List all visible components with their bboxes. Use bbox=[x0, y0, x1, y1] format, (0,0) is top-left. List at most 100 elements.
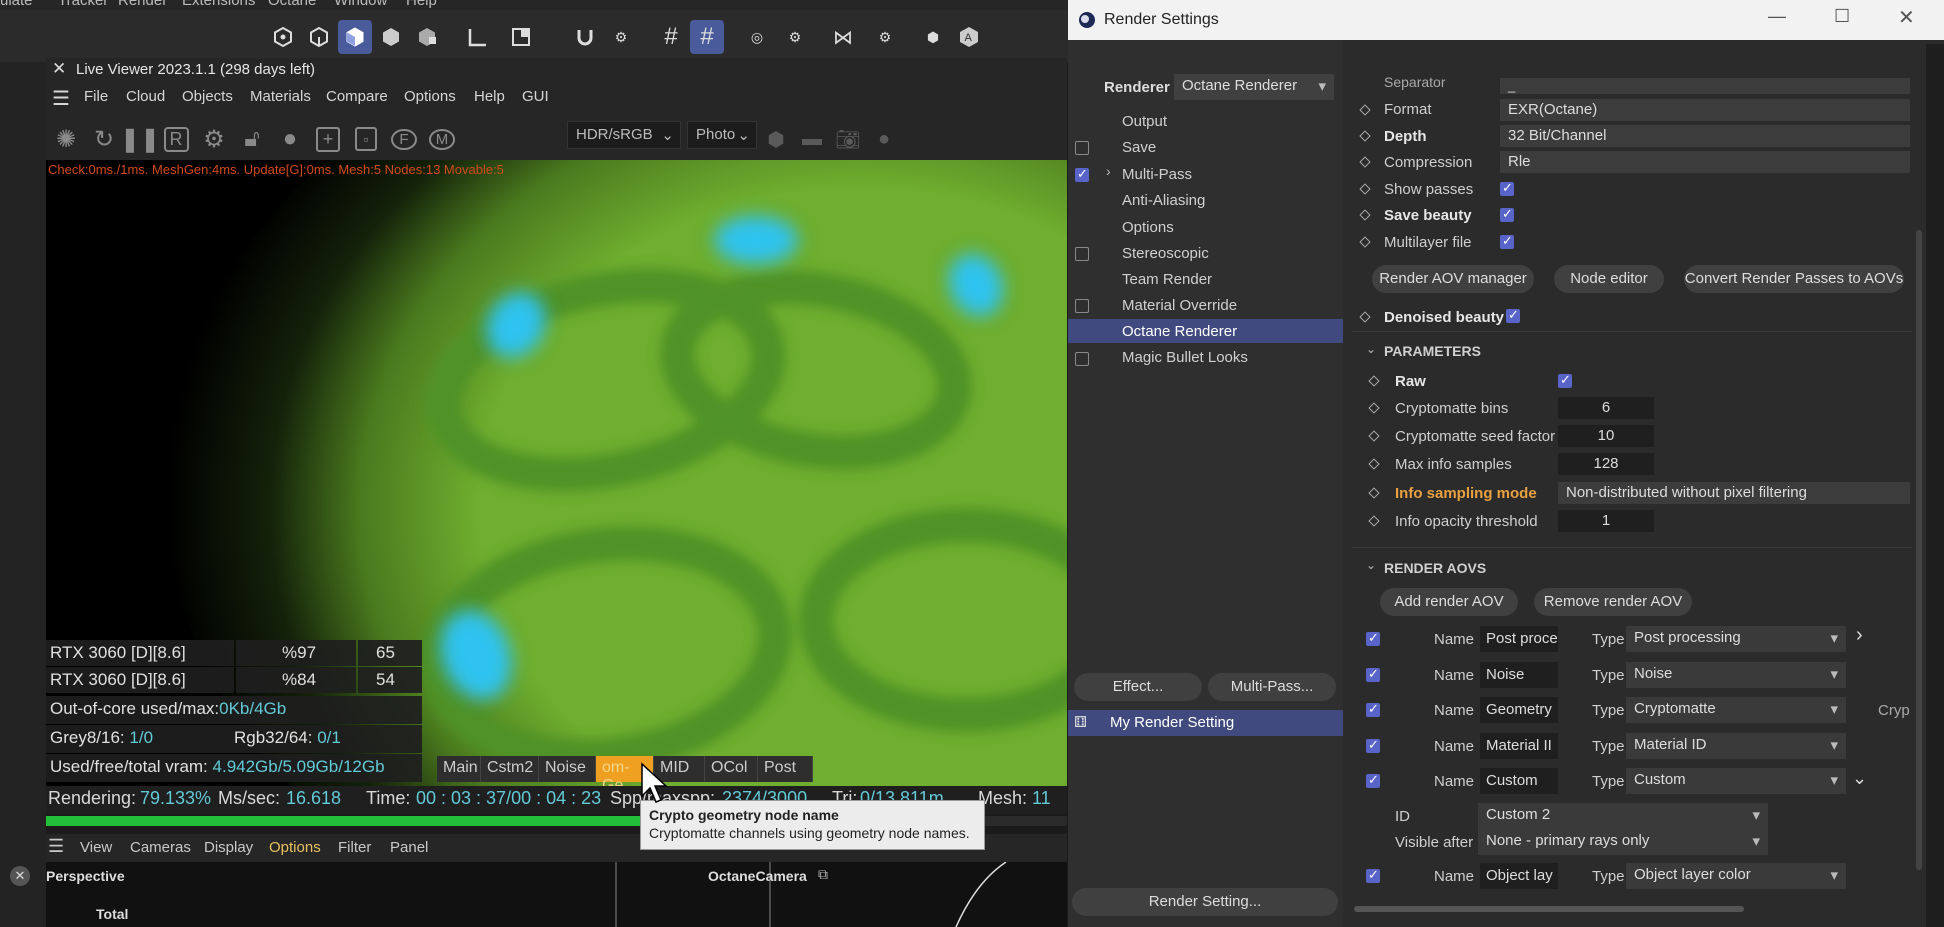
aov-type-dropdown[interactable]: Post processing bbox=[1626, 626, 1846, 652]
render-aov-manager-button[interactable]: Render AOV manager bbox=[1372, 265, 1534, 293]
render-aovs-header[interactable]: RENDER AOVS bbox=[1384, 560, 1486, 576]
material-override-checkbox[interactable] bbox=[1075, 299, 1089, 313]
region-render-icon[interactable]: R bbox=[158, 122, 194, 156]
camera-icon[interactable]: 📷︎ bbox=[830, 122, 866, 156]
object-mode-icon[interactable] bbox=[302, 20, 336, 54]
sidebar-item-stereoscopic[interactable]: Stereoscopic bbox=[1122, 245, 1209, 262]
multipass-button[interactable]: Multi-Pass... bbox=[1208, 673, 1336, 701]
add-render-aov-button[interactable]: Add render AOV bbox=[1380, 588, 1518, 616]
workplane-icon[interactable] bbox=[504, 20, 538, 54]
aov-enabled-checkbox[interactable] bbox=[1366, 630, 1380, 646]
format-field[interactable]: EXR(Octane) bbox=[1500, 99, 1910, 121]
magic-bullet-checkbox[interactable] bbox=[1075, 352, 1089, 366]
save-checkbox[interactable] bbox=[1075, 141, 1089, 155]
octane-icon[interactable]: A bbox=[952, 20, 986, 54]
aov-type-dropdown[interactable]: Cryptomatte bbox=[1626, 697, 1846, 723]
menu-item[interactable]: Octane bbox=[268, 0, 316, 9]
viewport-menu-item[interactable]: Display bbox=[204, 839, 253, 856]
channel-tab[interactable]: OCol bbox=[705, 756, 758, 782]
aov-name-field[interactable]: Material II bbox=[1480, 733, 1558, 759]
minimize-icon[interactable]: — bbox=[1768, 6, 1786, 27]
lock-icon[interactable]: 🔓︎ bbox=[234, 122, 270, 156]
aov-type-dropdown[interactable]: Object layer color bbox=[1626, 863, 1846, 889]
focus-icon[interactable]: F bbox=[386, 122, 422, 156]
vertical-scrollbar[interactable] bbox=[1916, 230, 1922, 870]
3d-viewport[interactable]: Perspective OctaneCamera ⧉ Total bbox=[46, 862, 1067, 927]
close-circle-icon[interactable]: ✕ bbox=[10, 866, 30, 886]
denoised-beauty-checkbox[interactable] bbox=[1506, 307, 1520, 323]
chevron-down-icon[interactable]: ⌄ bbox=[1366, 342, 1376, 356]
chevron-right-icon[interactable]: › bbox=[1856, 624, 1863, 647]
maximize-icon[interactable]: ☐ bbox=[1834, 6, 1850, 27]
chevron-down-icon[interactable]: ⌄ bbox=[1366, 558, 1376, 572]
multipass-checkbox[interactable] bbox=[1075, 166, 1089, 182]
sidebar-item-multipass[interactable]: Multi-Pass bbox=[1122, 166, 1192, 183]
separator-field[interactable]: _ bbox=[1500, 78, 1910, 94]
renderer-dropdown[interactable]: Octane Renderer bbox=[1174, 74, 1334, 100]
aov-type-dropdown[interactable]: Custom bbox=[1626, 768, 1846, 794]
magnet-icon[interactable] bbox=[568, 20, 602, 54]
lv-menu-item[interactable]: File bbox=[84, 88, 108, 105]
menu-item[interactable]: Window bbox=[334, 0, 387, 9]
aov-enabled-checkbox[interactable] bbox=[1366, 737, 1380, 753]
menu-item[interactable]: Render bbox=[118, 0, 167, 9]
crypto-bins-field[interactable]: 6 bbox=[1558, 397, 1654, 419]
add-icon[interactable]: + bbox=[310, 122, 346, 156]
uv-mode-icon[interactable] bbox=[410, 20, 444, 54]
grid-icon[interactable]: # bbox=[654, 20, 688, 54]
visible-after-dropdown[interactable]: None - primary rays only bbox=[1478, 829, 1768, 855]
polygon-mode-icon[interactable] bbox=[338, 20, 372, 54]
stereoscopic-checkbox[interactable] bbox=[1075, 247, 1089, 261]
lv-menu-item[interactable]: GUI bbox=[522, 88, 549, 105]
save-beauty-checkbox[interactable] bbox=[1500, 206, 1514, 222]
menu-item[interactable]: Extensions bbox=[182, 0, 255, 9]
close-icon[interactable]: ✕ bbox=[52, 59, 66, 79]
info-sampling-mode-field[interactable]: Non-distributed without pixel filtering bbox=[1558, 482, 1910, 504]
circle-icon[interactable]: ● bbox=[866, 122, 902, 156]
viewport-menu-item[interactable]: Cameras bbox=[130, 839, 191, 856]
target-icon[interactable]: ◎ bbox=[740, 20, 774, 54]
aov-enabled-checkbox[interactable] bbox=[1366, 772, 1380, 788]
show-passes-checkbox[interactable] bbox=[1500, 180, 1514, 196]
render-mode-dropdown[interactable]: Photo ⌄ bbox=[687, 121, 757, 149]
hexagon-icon[interactable]: ⬢ bbox=[758, 122, 794, 156]
sidebar-item-antialiasing[interactable]: Anti-Aliasing bbox=[1122, 192, 1205, 209]
max-info-samples-field[interactable]: 128 bbox=[1558, 453, 1654, 475]
chevron-right-icon[interactable]: › bbox=[1106, 163, 1111, 179]
colorspace-dropdown[interactable]: HDR/sRGB ⌄ bbox=[567, 121, 681, 149]
settings-icon[interactable]: ⚙ bbox=[196, 122, 232, 156]
channel-tab[interactable]: Main bbox=[437, 756, 481, 782]
lv-menu-item[interactable]: Options bbox=[404, 88, 456, 105]
lv-menu-item[interactable]: Compare bbox=[326, 88, 388, 105]
crypto-seed-field[interactable]: 10 bbox=[1558, 425, 1654, 447]
lv-menu-item[interactable]: Objects bbox=[182, 88, 233, 105]
render-setting-row[interactable]: ⚅ My Render Setting bbox=[1068, 710, 1343, 736]
menu-item[interactable]: ulate bbox=[0, 0, 33, 9]
axis-icon[interactable] bbox=[460, 20, 494, 54]
viewport-menu-item[interactable]: Filter bbox=[338, 839, 371, 856]
effect-button[interactable]: Effect... bbox=[1074, 673, 1202, 701]
tool-settings-icon[interactable]: ⚙ bbox=[868, 20, 902, 54]
custom-id-dropdown[interactable]: Custom 2 bbox=[1478, 803, 1768, 829]
aov-name-field[interactable]: Custom bbox=[1480, 768, 1558, 794]
sidebar-item-octane-renderer[interactable]: Octane Renderer bbox=[1122, 323, 1237, 340]
snap-settings-icon[interactable]: ⚙ bbox=[604, 20, 638, 54]
channel-tab[interactable]: Post bbox=[758, 756, 813, 782]
pause-icon[interactable]: ❚❚ bbox=[120, 122, 160, 156]
hamburger-icon[interactable]: ☰ bbox=[48, 836, 64, 857]
chevron-down-icon[interactable]: ⌄ bbox=[1852, 768, 1867, 789]
sidebar-item-magic-bullet[interactable]: Magic Bullet Looks bbox=[1122, 349, 1248, 366]
model-mode-icon[interactable] bbox=[266, 20, 300, 54]
sphere-icon[interactable]: ● bbox=[272, 122, 308, 156]
aov-name-field[interactable]: Geometry bbox=[1480, 697, 1558, 723]
lv-menu-item[interactable]: Help bbox=[474, 88, 505, 105]
aov-enabled-checkbox[interactable] bbox=[1366, 701, 1380, 717]
render-setting-button[interactable]: Render Setting... bbox=[1072, 888, 1338, 916]
viewport-menu-item-active[interactable]: Options bbox=[269, 839, 321, 856]
close-icon[interactable]: ✕ bbox=[1898, 5, 1915, 30]
hexagon-icon[interactable]: ⬢ bbox=[916, 20, 950, 54]
channel-tab[interactable]: Cstm2 bbox=[481, 756, 539, 782]
camera-link-icon[interactable]: ⧉ bbox=[818, 866, 828, 883]
compression-field[interactable]: Rle bbox=[1500, 151, 1910, 173]
lv-menu-item[interactable]: Cloud bbox=[126, 88, 165, 105]
